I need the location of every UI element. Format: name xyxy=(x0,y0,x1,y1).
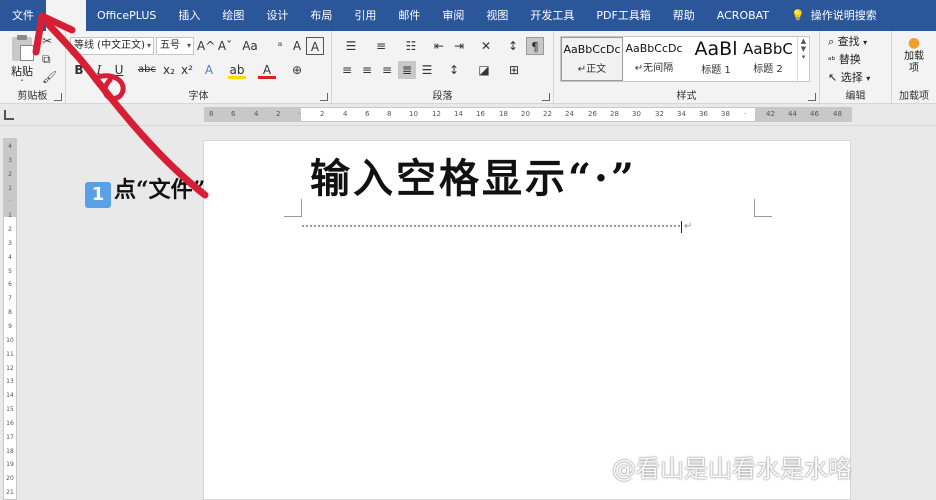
arrow-shaft xyxy=(44,20,209,199)
watermark-text: @看山是山看水是水咯 xyxy=(612,455,852,483)
annotation-arrow xyxy=(32,12,209,199)
